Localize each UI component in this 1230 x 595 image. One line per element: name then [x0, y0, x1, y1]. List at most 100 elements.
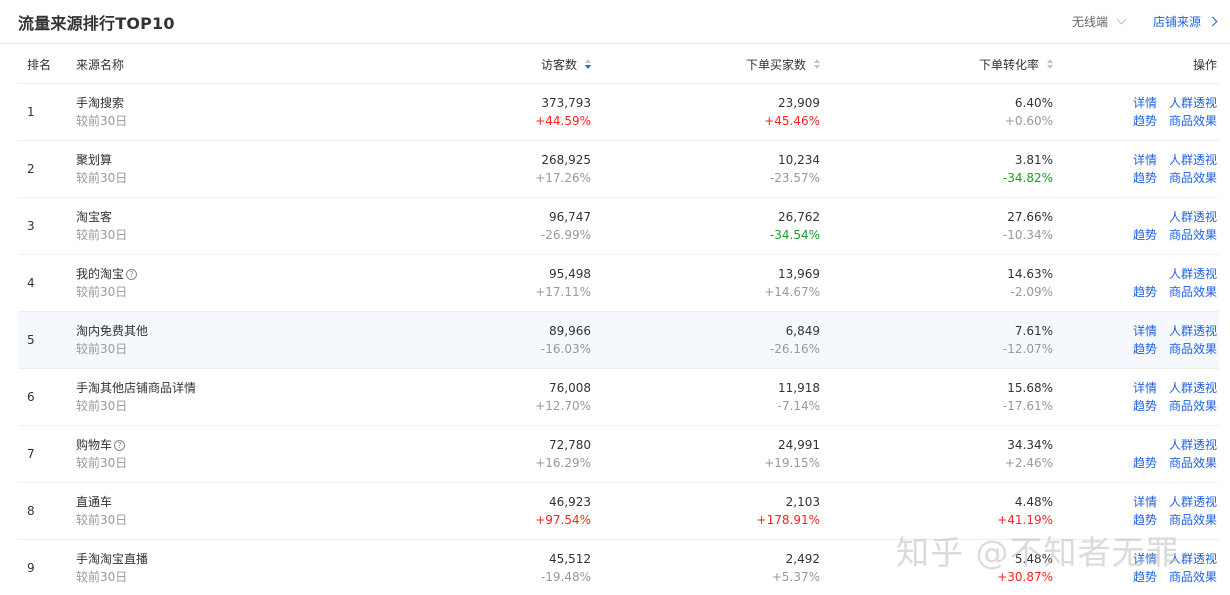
- rank-cell: 4: [27, 276, 35, 290]
- crowd-insight-link[interactable]: 人群透视: [1169, 208, 1217, 226]
- visitors-cell: 96,747 -26.99%: [376, 208, 591, 244]
- orders-value: 2,492: [785, 552, 820, 566]
- detail-link[interactable]: 详情: [1133, 151, 1157, 169]
- table-row: 1 手淘搜索 较前30日 373,793 +44.59% 23,909 +45.46% 6.4…: [18, 84, 1219, 141]
- compare-label: 较前30日: [76, 513, 128, 527]
- product-effect-link[interactable]: 商品效果: [1169, 511, 1217, 529]
- product-effect-link[interactable]: 商品效果: [1169, 340, 1217, 358]
- detail-link[interactable]: 详情: [1133, 94, 1157, 112]
- source-name-cell: 直通车 较前30日: [76, 493, 376, 529]
- table-row: 2 聚划算 较前30日 268,925 +17.26% 10,234 -23.57% 3.81…: [18, 141, 1219, 198]
- product-effect-link[interactable]: 商品效果: [1169, 169, 1217, 187]
- source-name-cell: 手淘淘宝直播 较前30日: [76, 550, 376, 586]
- crowd-insight-link[interactable]: 人群透视: [1169, 265, 1217, 283]
- source-name-cell: 聚划算较前30日: [76, 151, 376, 187]
- help-icon[interactable]: ?: [126, 268, 138, 280]
- visitors-cell: 76,008 +12.70%: [376, 379, 591, 415]
- product-effect-link[interactable]: 商品效果: [1169, 226, 1217, 244]
- product-effect-link[interactable]: 商品效果: [1169, 283, 1217, 301]
- product-effect-link[interactable]: 商品效果: [1169, 454, 1217, 472]
- visitors-cell: 95,498 +17.11%: [376, 265, 591, 301]
- col-visitors-label: 访客数: [540, 57, 577, 72]
- orders-change: -23.57%: [769, 171, 820, 185]
- trend-link[interactable]: 趋势: [1133, 112, 1157, 130]
- product-effect-link[interactable]: 商品效果: [1169, 397, 1217, 415]
- orders-value: 10,234: [778, 153, 820, 167]
- compare-label: 较前30日: [76, 570, 128, 584]
- visitors-change: +17.26%: [535, 171, 591, 185]
- crowd-insight-link[interactable]: 人群透视: [1169, 493, 1217, 511]
- crowd-insight-link[interactable]: 人群透视: [1169, 436, 1217, 454]
- table-row: 7 购物车? 较前30日 72,780 +16.29% 24,991 +19.15% 34.3…: [18, 426, 1219, 483]
- trend-link[interactable]: 趋势: [1133, 397, 1157, 415]
- orders-change: -34.54%: [769, 228, 820, 242]
- conversion-value: 34.34%: [1007, 438, 1053, 452]
- orders-cell: 26,762 -34.54%: [591, 208, 820, 244]
- trend-link[interactable]: 趋势: [1133, 568, 1157, 586]
- conversion-cell: 27.66% -10.34%: [820, 208, 1053, 244]
- source-name-cell: 淘宝客 较前30日: [76, 208, 376, 244]
- trend-link[interactable]: 趋势: [1133, 511, 1157, 529]
- conversion-change: -10.34%: [1002, 228, 1053, 242]
- crowd-insight-link[interactable]: 人群透视: [1169, 322, 1217, 340]
- source-name-cell: 淘内免费其他 较前30日: [76, 322, 376, 358]
- product-effect-link[interactable]: 商品效果: [1169, 568, 1217, 586]
- visitors-change: +44.59%: [535, 114, 591, 128]
- orders-cell: 23,909 +45.46%: [591, 94, 820, 130]
- store-source-label: 店铺来源: [1152, 15, 1201, 29]
- orders-value: 26,762: [778, 210, 820, 224]
- conversion-value: 27.66%: [1007, 210, 1053, 224]
- chevron-down-icon: [1116, 14, 1127, 25]
- visitors-value: 95,498: [549, 267, 591, 281]
- conversion-value: 14.63%: [1007, 267, 1053, 281]
- col-conversion-header[interactable]: 下单转化率: [820, 56, 1053, 73]
- trend-link[interactable]: 趋势: [1133, 169, 1157, 187]
- detail-link[interactable]: 详情: [1133, 322, 1157, 340]
- store-source-link[interactable]: 店铺来源: [1152, 13, 1218, 30]
- crowd-insight-link[interactable]: 人群透视: [1169, 94, 1217, 112]
- trend-link[interactable]: 趋势: [1133, 226, 1157, 244]
- conversion-cell: 14.63% -2.09%: [820, 265, 1053, 301]
- orders-value: 11,918: [778, 381, 820, 395]
- source-name: 淘内免费其他: [76, 324, 149, 338]
- col-actions-header: 操作: [1192, 57, 1217, 72]
- col-orders-header[interactable]: 下单买家数: [591, 56, 820, 73]
- orders-change: -26.16%: [769, 342, 820, 356]
- visitors-cell: 89,966 -16.03%: [376, 322, 591, 358]
- orders-value: 6,849: [785, 324, 820, 338]
- device-select[interactable]: 无线端: [1072, 13, 1127, 30]
- detail-link[interactable]: 详情: [1133, 493, 1157, 511]
- detail-link[interactable]: 详情: [1133, 379, 1157, 397]
- panel-title: 流量来源排行TOP10: [18, 13, 175, 33]
- orders-cell: 10,234 -23.57%: [591, 151, 820, 187]
- col-visitors-header[interactable]: 访客数: [376, 56, 591, 73]
- rank-cell: 9: [27, 561, 35, 575]
- actions-cell: 人群透视 趋势 商品效果: [1053, 265, 1219, 301]
- detail-link[interactable]: 详情: [1133, 550, 1157, 568]
- visitors-value: 46,923: [549, 495, 591, 509]
- trend-link[interactable]: 趋势: [1133, 340, 1157, 358]
- crowd-insight-link[interactable]: 人群透视: [1169, 550, 1217, 568]
- visitors-value: 45,512: [549, 552, 591, 566]
- conversion-change: -17.61%: [1002, 399, 1053, 413]
- orders-change: +5.37%: [771, 570, 820, 584]
- table-row: 8 直通车 较前30日 46,923 +97.54% 2,103 +178.91% 4.48%…: [18, 483, 1219, 540]
- rank-cell: 8: [27, 504, 35, 518]
- source-name: 手淘其他店铺商品详情: [76, 381, 197, 395]
- conversion-change: -34.82%: [1002, 171, 1053, 185]
- table-row: 4 我的淘宝? 较前30日 95,498 +17.11% 13,969 +14.67% 14.…: [18, 255, 1219, 312]
- source-name: 聚划算: [76, 153, 113, 167]
- help-icon[interactable]: ?: [114, 439, 126, 451]
- orders-cell: 11,918 -7.14%: [591, 379, 820, 415]
- visitors-value: 89,966: [549, 324, 591, 338]
- compare-label: 较前30日: [76, 342, 128, 356]
- source-name-cell: 手淘搜索 较前30日: [76, 94, 376, 130]
- crowd-insight-link[interactable]: 人群透视: [1169, 379, 1217, 397]
- trend-link[interactable]: 趋势: [1133, 283, 1157, 301]
- visitors-change: +16.29%: [535, 456, 591, 470]
- crowd-insight-link[interactable]: 人群透视: [1169, 151, 1217, 169]
- trend-link[interactable]: 趋势: [1133, 454, 1157, 472]
- visitors-change: +12.70%: [535, 399, 591, 413]
- product-effect-link[interactable]: 商品效果: [1169, 112, 1217, 130]
- compare-label: 较前30日: [76, 171, 128, 185]
